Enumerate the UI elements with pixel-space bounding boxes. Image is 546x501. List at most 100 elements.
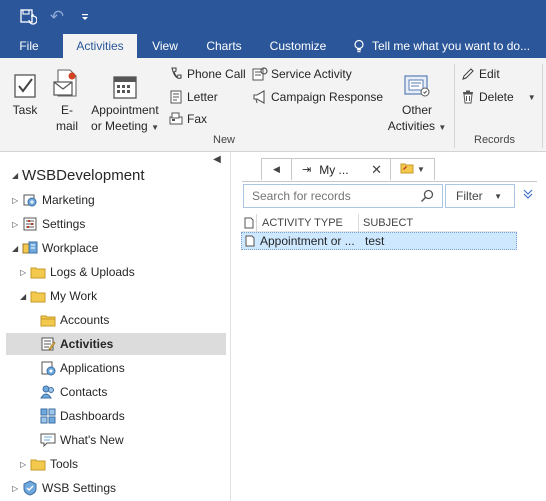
collapsed-triangle-icon[interactable]: ▷ <box>12 484 22 493</box>
nav-label: Contacts <box>60 385 108 399</box>
nav-label: Workplace <box>42 241 99 255</box>
new-tab-button[interactable]: ▼ <box>391 158 435 180</box>
expand-search-icon[interactable] <box>521 188 535 202</box>
customize-qat-icon[interactable] <box>76 4 94 30</box>
column-header-icon[interactable] <box>241 213 257 232</box>
activities-icon <box>40 336 56 352</box>
appointment-label-line1: Appointment <box>91 103 159 117</box>
fax-label: Fax <box>187 112 208 126</box>
fax-icon <box>168 111 184 127</box>
nav-item-tools[interactable]: ▷ Tools <box>20 453 78 475</box>
nav-label: What's New <box>60 433 124 447</box>
other-activities-label-line2: Activities ▼ <box>387 119 447 133</box>
filter-dropdown[interactable]: Filter ▼ <box>445 184 515 208</box>
campaign-response-label: Campaign Response <box>271 90 384 104</box>
table-row[interactable]: Appointment or ... test <box>241 232 517 250</box>
tab-customize[interactable]: Customize <box>262 34 334 58</box>
tab-my-view-label: My ... <box>319 162 349 177</box>
new-task-button[interactable]: Task <box>8 58 42 118</box>
new-email-button[interactable]: E- mail <box>48 58 86 134</box>
phone-call-label: Phone Call <box>187 67 246 81</box>
nav-item-applications[interactable]: Applications <box>40 357 125 379</box>
expanded-triangle-icon[interactable]: ◢ <box>12 171 22 180</box>
search-box[interactable] <box>243 184 443 208</box>
column-header-activity-type[interactable]: ACTIVITY TYPE <box>257 213 359 232</box>
nav-label: Logs & Uploads <box>50 265 135 279</box>
letter-icon <box>168 89 184 105</box>
chevron-down-icon: ▼ <box>494 191 502 201</box>
chevron-down-icon: ▼ <box>151 123 159 132</box>
chevron-down-icon: ▼ <box>417 165 425 174</box>
expanded-triangle-icon[interactable]: ◢ <box>12 244 22 253</box>
nav-root-organization[interactable]: ◢ WSBDevelopment <box>12 167 145 184</box>
edit-button[interactable]: Edit <box>460 63 500 85</box>
navigation-pane: ◀ ◢ WSBDevelopment ▷ Marketing ▷ Setting… <box>0 152 230 501</box>
nav-item-accounts[interactable]: Accounts <box>40 309 109 331</box>
appointment-label-line2: or Meeting ▼ <box>91 119 159 133</box>
nav-label: WSB Settings <box>42 481 117 495</box>
tab-view[interactable]: View <box>143 34 187 58</box>
organization-name: WSBDevelopment <box>22 167 145 184</box>
tell-me-search[interactable]: Tell me what you want to do... <box>352 34 546 58</box>
group-label-new: New <box>213 134 236 146</box>
chevron-down-icon[interactable]: ▼ <box>528 93 536 102</box>
nav-item-marketing[interactable]: ▷ Marketing <box>12 189 95 211</box>
new-view-icon <box>400 162 414 177</box>
task-label: Task <box>12 103 38 117</box>
pin-icon[interactable]: ⇥ <box>302 163 311 176</box>
ribbon: Task E- mail Appointment or Meeting ▼ Ph… <box>0 58 546 152</box>
search-icon[interactable] <box>420 189 434 203</box>
folder-icon <box>30 456 46 472</box>
main-view: ◀ ⇥ My ... ✕ ▼ Filter ▼ ACTIVITY TYPE SU… <box>231 152 546 501</box>
ribbon-tabs: File Activities View Charts Customize Te… <box>0 34 546 58</box>
wsb-settings-icon <box>22 480 38 496</box>
save-sync-icon[interactable] <box>16 4 40 30</box>
column-header-subject[interactable]: SUBJECT <box>359 217 413 229</box>
tab-scroll-left-icon[interactable]: ◀ <box>261 158 291 180</box>
tell-me-label: Tell me what you want to do... <box>372 39 531 53</box>
close-icon[interactable]: ✕ <box>371 162 382 178</box>
nav-label: Applications <box>60 361 125 375</box>
letter-label: Letter <box>187 90 218 104</box>
nav-item-wsb-settings[interactable]: ▷ WSB Settings <box>12 477 116 499</box>
lightbulb-icon <box>352 39 366 53</box>
record-icon <box>242 235 258 247</box>
new-service-activity-button[interactable]: Service Activity <box>252 63 352 85</box>
delete-button[interactable]: Delete ▼ <box>460 86 536 108</box>
collapsed-triangle-icon[interactable]: ▷ <box>12 220 22 229</box>
applications-icon <box>40 360 56 376</box>
nav-item-my-work[interactable]: ◢ My Work <box>20 285 97 307</box>
nav-item-workplace[interactable]: ◢ Workplace <box>12 237 98 259</box>
new-appointment-button[interactable]: Appointment or Meeting ▼ <box>86 58 164 136</box>
new-fax-button[interactable]: Fax <box>168 108 207 130</box>
tab-charts[interactable]: Charts <box>199 34 249 58</box>
filter-label: Filter <box>456 189 483 203</box>
trash-icon <box>460 89 476 105</box>
tab-activities[interactable]: Activities <box>63 34 137 58</box>
collapsed-triangle-icon[interactable]: ▷ <box>12 196 22 205</box>
email-envelope-icon <box>51 66 83 100</box>
expanded-triangle-icon[interactable]: ◢ <box>20 292 30 301</box>
collapsed-triangle-icon[interactable]: ▷ <box>20 460 30 469</box>
nav-item-logs-uploads[interactable]: ▷ Logs & Uploads <box>20 261 135 283</box>
tab-my-view[interactable]: ⇥ My ... ✕ <box>291 158 391 180</box>
search-input[interactable] <box>252 189 422 203</box>
marketing-icon <box>22 192 38 208</box>
service-activity-label: Service Activity <box>271 67 352 81</box>
collapse-pane-icon[interactable]: ◀ <box>210 154 224 168</box>
new-campaign-response-button[interactable]: Campaign Response <box>252 86 383 108</box>
nav-label: Tools <box>50 457 79 471</box>
other-activities-button[interactable]: Other Activities ▼ <box>382 58 452 136</box>
nav-item-whats-new[interactable]: What's New <box>40 429 124 451</box>
new-phone-call-button[interactable]: Phone Call <box>168 63 246 85</box>
nav-item-settings[interactable]: ▷ Settings <box>12 213 85 235</box>
folder-open-icon <box>30 288 46 304</box>
collapsed-triangle-icon[interactable]: ▷ <box>20 268 30 277</box>
tab-file[interactable]: File <box>10 34 48 58</box>
nav-item-contacts[interactable]: Contacts <box>40 381 107 403</box>
nav-label: Settings <box>42 217 86 231</box>
nav-item-activities[interactable]: Activities <box>6 333 226 355</box>
new-letter-button[interactable]: Letter <box>168 86 218 108</box>
undo-icon[interactable]: ↶ <box>46 4 68 30</box>
nav-item-dashboards[interactable]: Dashboards <box>40 405 125 427</box>
